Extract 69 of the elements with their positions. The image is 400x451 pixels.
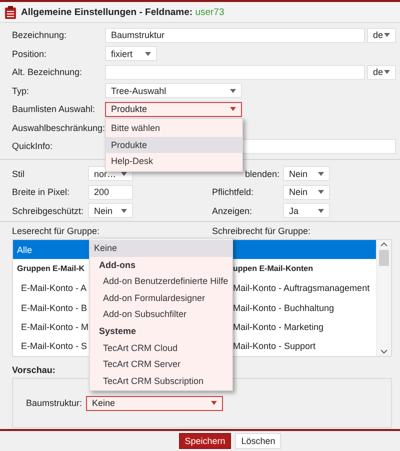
menu-item[interactable]: Produkte	[106, 136, 242, 153]
field-label: Stil	[12, 168, 26, 179]
scrollbar[interactable]	[376, 240, 391, 356]
field-label: Typ:	[12, 86, 30, 96]
list-item[interactable]: E-Mail-Konto - M	[13, 317, 89, 337]
list-item[interactable]: Mail-Konto - Marketing	[233, 317, 376, 337]
language-select[interactable]: de	[367, 64, 396, 80]
list-item[interactable]: E-Mail-Konto - S	[13, 336, 89, 356]
caret-icon	[230, 107, 236, 112]
list-item[interactable]: E-Mail-Konto - A	[13, 278, 89, 298]
list-item[interactable]: uppen E-Mail-Konten	[233, 259, 376, 279]
caret-icon	[230, 88, 236, 93]
caret-icon	[211, 401, 217, 405]
caret-icon	[384, 70, 390, 74]
menu-item[interactable]: Add-on Subsuchfilter	[90, 306, 232, 323]
save-button[interactable]: Speichern	[178, 433, 232, 449]
text-field[interactable]: Baumstruktur	[105, 28, 365, 43]
field-label: Position:	[12, 48, 48, 59]
field-label: Bezeichnung:	[12, 30, 68, 40]
field-label: Breite in Pixel:	[12, 187, 71, 198]
language-select[interactable]: de	[367, 28, 396, 43]
caret-icon	[384, 33, 390, 38]
menu-item[interactable]: TecArt CRM Cloud	[90, 340, 232, 356]
caret-icon	[318, 208, 324, 213]
field-label: Schreibrecht für Gruppe:	[212, 226, 312, 236]
dropdown[interactable]: Nein	[88, 203, 133, 218]
caret-icon	[145, 52, 151, 56]
field-label: Pflichtfeld:	[212, 187, 254, 198]
dropdown[interactable]: Tree-Auswahl	[105, 83, 242, 98]
field-label: Alt. Bezeichnung:	[12, 67, 84, 78]
menu-group-label: Systeme	[98, 324, 138, 338]
list-item[interactable]: Mail-Konto - Auftragsmanagement	[233, 278, 376, 298]
menu-item[interactable]: Keine	[90, 240, 232, 257]
dropdown[interactable]: Nein	[283, 184, 330, 200]
list-item[interactable]: Gruppen E-Mail-K	[13, 259, 89, 279]
list-item[interactable]: Mail-Konto - Support	[233, 336, 376, 356]
menu-item[interactable]: TecArt CRM Server	[90, 356, 232, 373]
caret-icon	[318, 190, 324, 194]
menu-item[interactable]: TecArt CRM Subscription	[90, 372, 232, 390]
caret-icon	[318, 172, 324, 176]
list-item[interactable]: E-Mail-Konto - B	[13, 298, 89, 318]
dropdown[interactable]: fixiert	[105, 46, 157, 62]
dropdown[interactable]: Produkte	[105, 102, 242, 117]
field-label: Anzeigen:	[212, 206, 252, 216]
field-label: Baumstruktur:	[26, 398, 84, 408]
dropdown[interactable]: Keine	[86, 396, 223, 410]
field-label: Leserecht für Gruppe:	[12, 226, 101, 236]
field-label: QuickInfo:	[12, 141, 54, 152]
delete-button[interactable]: Löschen	[235, 433, 282, 449]
menu-item[interactable]: Bitte wählen	[106, 120, 242, 136]
field-label: blenden:	[244, 168, 280, 179]
dropdown[interactable]: Ja	[283, 203, 330, 218]
list-item[interactable]	[233, 240, 376, 260]
dialog-title: Allgemeine Einstellungen - Feldname: user73	[21, 6, 224, 18]
section-title: Vorschau:	[12, 365, 56, 375]
scroll-thumb[interactable]	[379, 250, 389, 266]
text-field[interactable]	[105, 64, 365, 80]
clipboard-icon	[5, 6, 16, 18]
list-item[interactable]: Mail-Konto - Buchhaltung	[233, 298, 376, 318]
list-item[interactable]: Alle	[13, 240, 89, 260]
menu-group-label: Add-ons	[98, 258, 136, 272]
menu-item[interactable]: Add-on Formulardesigner	[90, 290, 232, 306]
caret-icon	[121, 208, 127, 213]
dropdown[interactable]: Nein	[283, 166, 330, 182]
field-label: Auswahlbeschränkung:	[12, 122, 105, 133]
field-label: Schreibgeschützt:	[12, 206, 85, 216]
field-label: Baumlisten Auswahl:	[12, 104, 96, 114]
text-field[interactable]: 200	[88, 184, 133, 200]
menu-item[interactable]: Add-on Benutzerdefinierte Hilfe	[90, 273, 232, 290]
